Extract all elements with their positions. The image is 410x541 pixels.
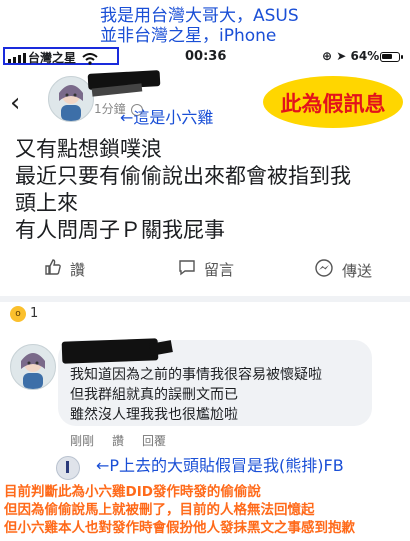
comment-icon (178, 258, 196, 280)
comment-line: 但我群組就真的誤刪文而已 (70, 387, 238, 403)
share-button[interactable]: 傳送 (314, 258, 372, 282)
battery-percent: 64% (350, 49, 380, 63)
comment-time: 剛剛 (70, 434, 95, 448)
section-divider (0, 296, 410, 302)
redacted-commenter-name (61, 338, 159, 364)
battery-icon (380, 52, 403, 62)
post-line: 有人問周子Ｐ關我屁事 (15, 218, 225, 242)
comment-meta: 剛剛 讚 回覆 (70, 432, 166, 449)
screen-lock-icon: ⊕ (322, 49, 333, 63)
post-line: 又有點想鎖噗浪 (15, 137, 162, 161)
fake-news-label: 此為假訊息 (280, 92, 386, 116)
caption-line-2: 並非台灣之星，iPhone (100, 26, 277, 46)
commenter-avatar[interactable] (10, 344, 56, 390)
like-button[interactable]: 讚 (44, 258, 85, 280)
comment-like-link[interactable]: 讚 (112, 432, 124, 449)
post-line: 最近只要有偷偷說出來都會被指到我 (15, 164, 351, 188)
bottom-annotation: 目前判斷此為小六雞DID發作時發的偷偷說 但因為偷偷說馬上就被刪了，目前的人格無… (4, 483, 355, 537)
wow-reaction-icon[interactable]: o (10, 306, 26, 322)
wifi-icon (82, 50, 98, 69)
comment-label: 留言 (204, 260, 235, 279)
back-arrow-icon[interactable]: ‹ (10, 88, 20, 118)
carrier-name: 台灣之星 (28, 51, 77, 65)
like-label: 讚 (70, 260, 86, 279)
bottom-note-line: 但因為偷偷說馬上就被刪了，目前的人格無法回憶起 (4, 502, 315, 518)
reaction-count: 1 (30, 306, 39, 321)
comment-line: 我知道因為之前的事情我很容易被懷疑啦 (70, 367, 322, 383)
annotation-self-pointer: ←這是小六雞 (120, 108, 214, 127)
location-icon: ➤ (336, 49, 347, 63)
battery-fill (382, 54, 392, 59)
post-body: 又有點想鎖噗浪 最近只要有偷偷說出來都會被指到我 頭上來 有人問周子Ｐ關我屁事 (15, 136, 405, 244)
reply-avatar[interactable] (56, 456, 80, 480)
bottom-note-line: 目前判斷此為小六雞DID發作時發的偷偷說 (4, 484, 261, 500)
top-caption: 我是用台灣大哥大，ASUS 並非台灣之星，iPhone (100, 6, 299, 46)
avatar[interactable] (48, 76, 94, 122)
thumbs-up-icon (44, 258, 62, 280)
comment-button[interactable]: 留言 (178, 258, 234, 280)
post-action-bar: 讚 留言 傳送 (0, 258, 410, 290)
annotation-fb-pointer: ←P上去的大頭貼假冒是我(熊排)FB (96, 456, 344, 475)
comment-line: 雖然沒人理我我也很尷尬啦 (70, 407, 238, 423)
comment-text: 我知道因為之前的事情我很容易被懷疑啦 但我群組就真的誤刪文而已 雖然沒人理我我也… (70, 365, 322, 425)
signal-icon (8, 53, 26, 63)
messenger-icon (314, 258, 334, 282)
bottom-note-line: 但小六雞本人也對發作時會假扮他人發抹黑文之事感到抱歉 (4, 520, 355, 536)
share-label: 傳送 (342, 261, 373, 280)
post-line: 頭上來 (15, 191, 78, 215)
status-icons: ⊕ ➤ 64% (322, 49, 379, 63)
comment-reply-link[interactable]: 回覆 (142, 432, 166, 449)
caption-line-1: 我是用台灣大哥大，ASUS (100, 6, 299, 26)
status-time: 00:36 (185, 49, 227, 64)
